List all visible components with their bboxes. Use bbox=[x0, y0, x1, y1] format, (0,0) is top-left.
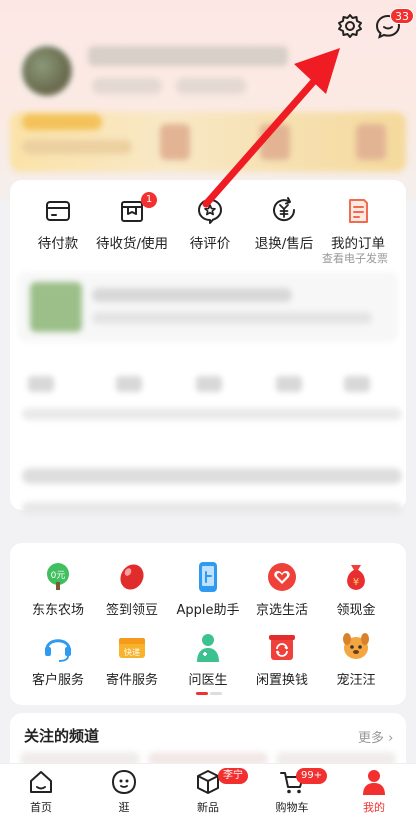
explore-face-icon bbox=[112, 770, 136, 794]
nav-label: 我的 bbox=[363, 801, 385, 814]
home-icon bbox=[30, 771, 52, 793]
nav-label: 新品 bbox=[197, 801, 219, 814]
service-label: 客户服务 bbox=[31, 673, 84, 688]
membership-product bbox=[260, 124, 290, 160]
refund-icon bbox=[273, 197, 296, 222]
tracking-detail bbox=[92, 312, 372, 324]
service-courier[interactable]: 快递 寄件服务 bbox=[92, 630, 172, 688]
nav-explore[interactable]: 逛 bbox=[94, 768, 154, 815]
message-badge: 33 bbox=[390, 8, 414, 24]
review-star-icon bbox=[198, 199, 222, 224]
profile-tag bbox=[176, 78, 246, 94]
heart-icon bbox=[268, 563, 296, 591]
channels-more-link[interactable]: 更多 › bbox=[358, 727, 393, 746]
asset-labels bbox=[22, 408, 402, 420]
service-doctor[interactable]: 问医生 bbox=[168, 630, 248, 688]
order-label: 待收货/使用 bbox=[95, 236, 169, 252]
nav-label: 首页 bbox=[30, 801, 52, 814]
asset-value[interactable] bbox=[116, 376, 142, 392]
asset-value[interactable] bbox=[28, 376, 54, 392]
shortcut-labels bbox=[22, 502, 402, 514]
cart-count-badge: 99+ bbox=[296, 768, 328, 784]
membership-tag bbox=[22, 114, 102, 130]
membership-product bbox=[160, 124, 190, 160]
service-label: 签到领豆 bbox=[105, 603, 158, 618]
farm-tree-icon: 0元 bbox=[47, 563, 69, 590]
service-cash[interactable]: ¥ 领现金 bbox=[316, 560, 396, 618]
order-list-icon bbox=[349, 199, 368, 223]
profile-name bbox=[88, 46, 288, 66]
order-label: 待评价 bbox=[189, 236, 231, 252]
service-label: 闲置换钱 bbox=[255, 673, 308, 688]
page-dot bbox=[210, 692, 222, 695]
asset-value[interactable] bbox=[344, 376, 370, 392]
headset-icon bbox=[45, 639, 71, 662]
service-life[interactable]: 京选生活 bbox=[242, 560, 322, 618]
order-label: 退换/售后 bbox=[254, 236, 314, 252]
service-checkin[interactable]: 签到领豆 bbox=[92, 560, 172, 618]
asset-value[interactable] bbox=[196, 376, 222, 392]
service-label: 寄件服务 bbox=[105, 673, 158, 688]
product-thumbnail bbox=[30, 282, 82, 332]
nav-label: 购物车 bbox=[275, 801, 309, 814]
service-farm[interactable]: 0元 东东农场 bbox=[18, 560, 98, 618]
nav-profile[interactable]: 我的 bbox=[344, 768, 404, 815]
shortcut-titles[interactable] bbox=[22, 468, 402, 484]
phone-icon bbox=[199, 562, 217, 592]
tracking-title bbox=[92, 288, 292, 302]
service-label: 宠汪汪 bbox=[336, 673, 376, 688]
svg-text:快递: 快递 bbox=[124, 647, 140, 657]
page-dot-active bbox=[196, 692, 208, 695]
service-label: 领现金 bbox=[336, 603, 376, 618]
order-label: 我的订单 bbox=[331, 236, 385, 252]
order-label: 待付款 bbox=[37, 236, 79, 252]
service-label: 京选生活 bbox=[255, 603, 308, 618]
bean-icon bbox=[120, 564, 144, 590]
nav-label: 逛 bbox=[118, 801, 130, 814]
service-label: 东东农场 bbox=[31, 603, 84, 618]
recycle-icon bbox=[269, 635, 295, 660]
service-customer[interactable]: 客户服务 bbox=[18, 630, 98, 688]
invoice-link[interactable]: 查看电子发票 bbox=[322, 250, 402, 264]
courier-box-icon: 快递 bbox=[119, 638, 145, 658]
order-to-review[interactable]: 待评价 bbox=[170, 196, 250, 252]
dog-icon bbox=[343, 633, 369, 659]
my-orders[interactable]: 我的订单 bbox=[318, 196, 398, 252]
membership-product bbox=[356, 124, 386, 160]
svg-text:¥: ¥ bbox=[353, 577, 359, 588]
profile-icon bbox=[363, 770, 385, 795]
profile-tag bbox=[92, 78, 162, 94]
service-pet[interactable]: 宠汪汪 bbox=[316, 630, 396, 688]
service-label: Apple助手 bbox=[176, 603, 240, 618]
membership-text bbox=[22, 140, 132, 154]
page-indicator bbox=[196, 692, 222, 695]
asset-value[interactable] bbox=[276, 376, 302, 392]
service-resell[interactable]: 闲置换钱 bbox=[242, 630, 322, 688]
order-after-sales[interactable]: 退换/售后 bbox=[244, 196, 324, 252]
nav-new-tag: 李宁 bbox=[218, 768, 248, 784]
gear-icon[interactable] bbox=[336, 12, 364, 40]
money-bag-icon: ¥ bbox=[347, 565, 365, 590]
nav-home[interactable]: 首页 bbox=[11, 768, 71, 815]
order-pending-payment[interactable]: 待付款 bbox=[18, 196, 98, 252]
service-apple[interactable]: Apple助手 bbox=[168, 560, 248, 618]
service-label: 问医生 bbox=[188, 673, 228, 688]
wallet-icon bbox=[46, 201, 70, 221]
channels-title: 关注的频道 bbox=[24, 727, 100, 745]
order-badge: 1 bbox=[141, 192, 157, 208]
avatar[interactable] bbox=[20, 44, 74, 98]
svg-text:0元: 0元 bbox=[51, 571, 66, 581]
doctor-icon bbox=[197, 634, 219, 662]
order-to-receive[interactable]: 1 待收货/使用 bbox=[92, 192, 172, 252]
